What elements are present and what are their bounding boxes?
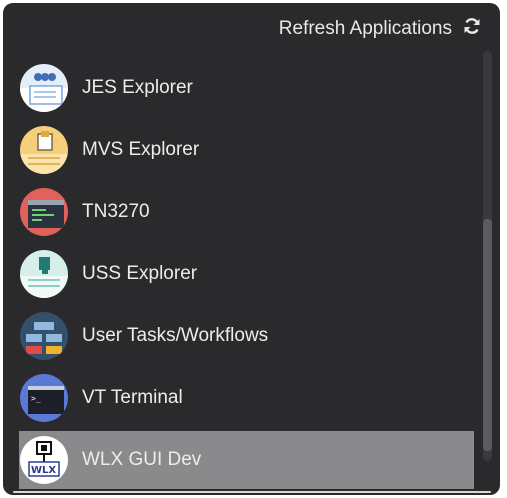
tn3270-icon [20, 188, 68, 236]
app-item-label: USS Explorer [82, 263, 198, 284]
svg-text:>_: >_ [31, 394, 41, 403]
app-item-label: JES Explorer [82, 77, 193, 98]
uss-explorer-icon [20, 250, 68, 298]
vertical-scrollbar[interactable] [483, 51, 492, 461]
jes-explorer-icon [20, 64, 68, 112]
app-launcher-panel: Refresh Applications JES Explorer MVS Ex… [3, 3, 500, 495]
app-item-mvs-explorer[interactable]: MVS Explorer [19, 121, 474, 179]
workflows-icon [20, 312, 68, 360]
panel-header: Refresh Applications [3, 3, 500, 53]
app-item-label: TN3270 [82, 201, 150, 222]
app-item-label: User Tasks/Workflows [82, 325, 269, 346]
scrollbar-thumb[interactable] [483, 219, 492, 451]
panel-bottom-edge [13, 491, 491, 493]
app-item-user-tasks-workflows[interactable]: User Tasks/Workflows [19, 307, 474, 365]
app-item-wlx-gui-dev[interactable]: WLX WLX GUI Dev [19, 431, 474, 489]
refresh-applications-button[interactable]: Refresh Applications [279, 16, 482, 42]
wlx-gui-dev-icon: WLX [20, 436, 68, 484]
app-item-label: MVS Explorer [82, 139, 200, 160]
app-item-tn3270[interactable]: TN3270 [19, 183, 474, 241]
refresh-icon [462, 16, 482, 42]
app-item-label: WLX GUI Dev [82, 449, 202, 470]
mvs-explorer-icon [20, 126, 68, 174]
svg-text:WLX: WLX [31, 465, 56, 476]
app-item-jes-explorer[interactable]: JES Explorer [19, 59, 474, 117]
app-item-label: VT Terminal [82, 387, 183, 408]
app-item-vt-terminal[interactable]: >_ VT Terminal [19, 369, 474, 427]
refresh-applications-label: Refresh Applications [278, 18, 452, 39]
vt-terminal-icon: >_ [20, 374, 68, 422]
app-item-uss-explorer[interactable]: USS Explorer [19, 245, 474, 303]
